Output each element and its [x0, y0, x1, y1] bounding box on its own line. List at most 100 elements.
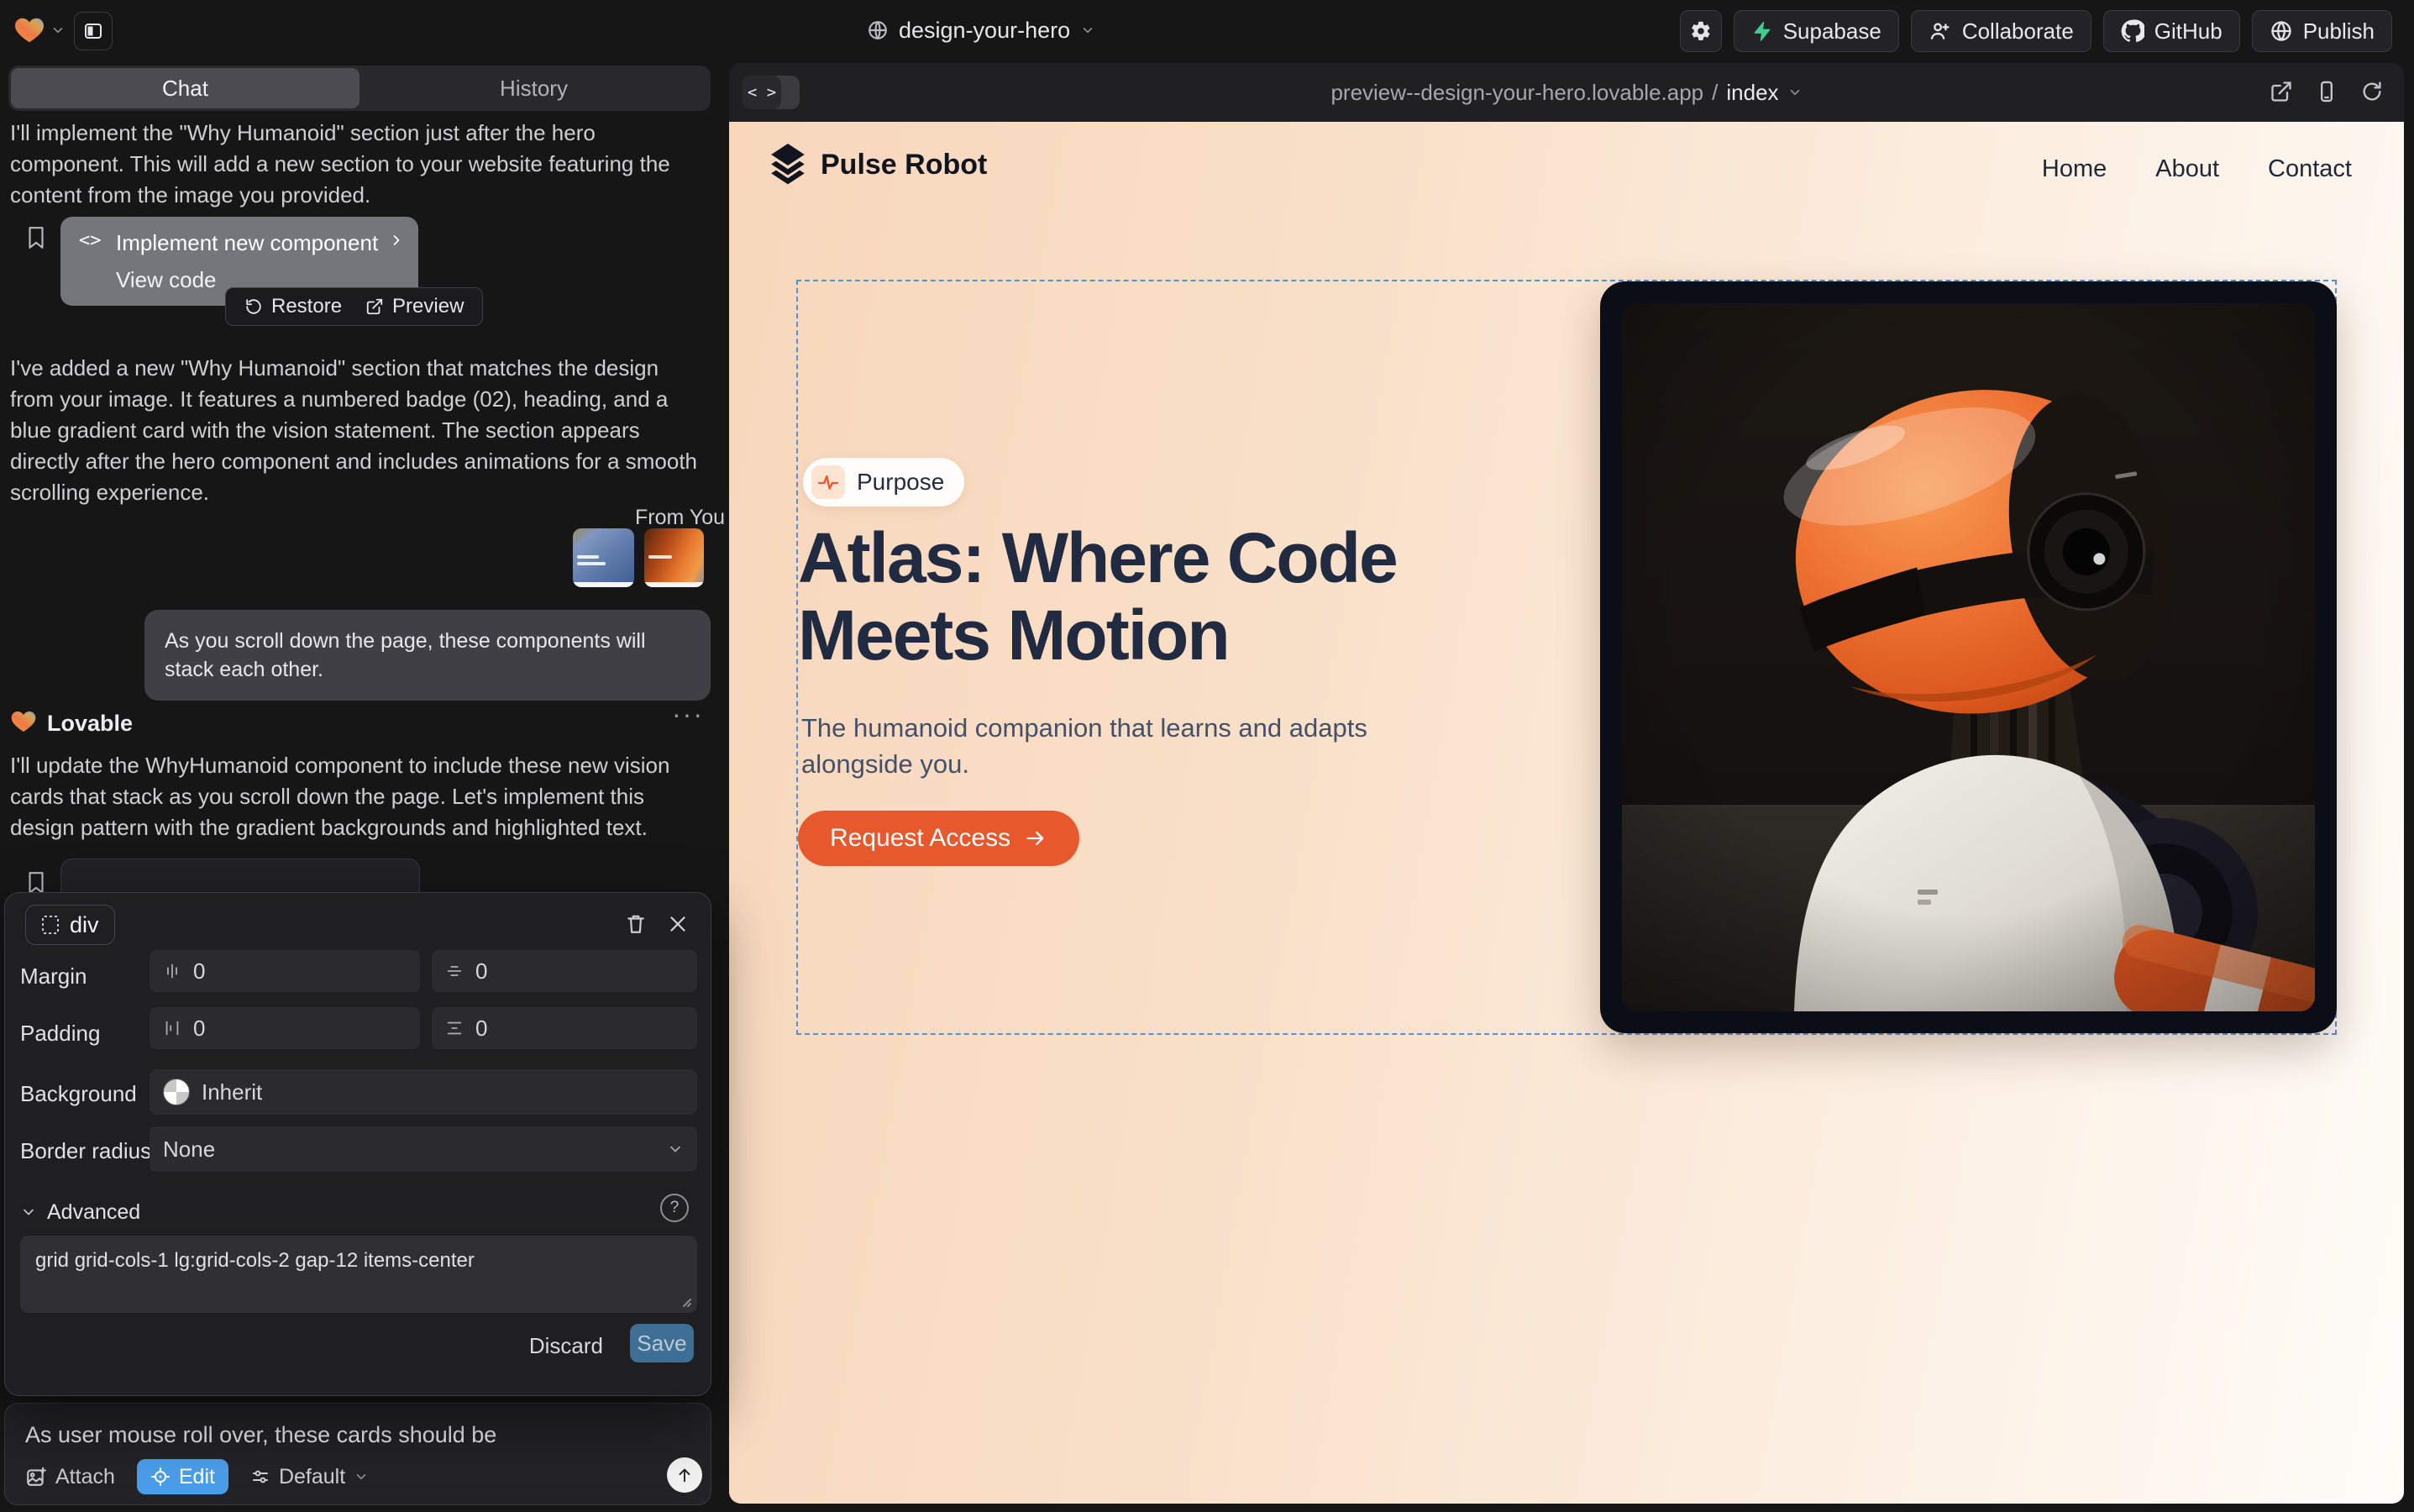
- restore-icon: [244, 297, 263, 316]
- url-separator: /: [1712, 80, 1718, 106]
- attachment-thumbnail-blue[interactable]: [573, 528, 634, 587]
- attach-image-icon: [25, 1466, 47, 1488]
- select-chevron-down-icon: [667, 1141, 684, 1158]
- publish-globe-icon: [2270, 19, 2293, 43]
- sidebar-toggle-button[interactable]: [74, 12, 113, 50]
- classes-value: grid grid-cols-1 lg:grid-cols-2 gap-12 i…: [35, 1249, 475, 1272]
- classes-textarea[interactable]: grid grid-cols-1 lg:grid-cols-2 gap-12 i…: [20, 1236, 697, 1313]
- site-canvas: Pulse Robot Home About Contact Purpose A…: [729, 122, 2404, 1504]
- restore-button[interactable]: Restore: [244, 295, 342, 318]
- request-access-label: Request Access: [830, 824, 1010, 853]
- edit-mode-chip[interactable]: Edit: [137, 1459, 228, 1494]
- lovable-logo-icon[interactable]: [13, 14, 45, 46]
- refresh-icon[interactable]: [2360, 80, 2384, 103]
- margin-x-input[interactable]: 0: [150, 950, 420, 992]
- delete-element-button[interactable]: [625, 913, 647, 935]
- help-icon[interactable]: ?: [660, 1194, 689, 1222]
- hero-heading: Atlas: Where Code Meets Motion: [798, 519, 1537, 674]
- preview-url-bar[interactable]: preview--design-your-hero.lovable.app / …: [729, 63, 2404, 122]
- edit-label: Edit: [179, 1465, 215, 1489]
- publish-button[interactable]: Publish: [2252, 10, 2392, 52]
- project-name: design-your-hero: [899, 18, 1070, 44]
- send-button[interactable]: [667, 1457, 702, 1493]
- lovable-avatar-icon: [10, 708, 37, 735]
- nav-about[interactable]: About: [2155, 155, 2219, 183]
- attachment-thumbnail-orange[interactable]: [644, 528, 704, 587]
- github-label: GitHub: [2154, 18, 2222, 45]
- preview-page: index: [1726, 80, 1778, 106]
- robot-image-card: [1600, 281, 2337, 1033]
- project-chevron-down-icon: [1080, 23, 1095, 38]
- element-tag-chip[interactable]: div: [25, 905, 115, 945]
- site-logo[interactable]: Pulse Robot: [769, 143, 987, 186]
- discard-button[interactable]: Discard: [529, 1333, 603, 1359]
- message-more-icon[interactable]: ···: [672, 699, 704, 730]
- attach-label: Attach: [55, 1465, 115, 1489]
- margin-y-icon: [445, 962, 464, 980]
- site-nav: Home About Contact: [2042, 155, 2352, 183]
- transparency-swatch-icon: [163, 1079, 190, 1105]
- save-button[interactable]: Save: [630, 1324, 694, 1362]
- resize-handle[interactable]: [680, 1296, 692, 1308]
- hero-subtitle: The humanoid companion that learns and a…: [801, 710, 1414, 782]
- top-bar: design-your-hero Supabase Co: [0, 0, 2414, 60]
- border-radius-value: None: [163, 1137, 215, 1163]
- purpose-badge: Purpose: [803, 458, 964, 507]
- preview-header: < > preview--design-your-hero.lovable.ap…: [729, 63, 2404, 122]
- padding-label: Padding: [20, 1021, 100, 1047]
- settings-button[interactable]: [1680, 10, 1722, 52]
- tab-history[interactable]: History: [359, 68, 708, 108]
- purpose-label: Purpose: [857, 469, 944, 496]
- preview-label: Preview: [392, 295, 464, 318]
- padding-y-icon: [445, 1019, 464, 1037]
- from-you-label: From You: [635, 506, 725, 530]
- supabase-button[interactable]: Supabase: [1734, 10, 1899, 52]
- border-radius-select[interactable]: None: [150, 1126, 697, 1172]
- mode-label: Default: [279, 1465, 345, 1489]
- mobile-view-icon[interactable]: [2315, 80, 2338, 103]
- view-code-link[interactable]: View code: [116, 267, 217, 293]
- github-button[interactable]: GitHub: [2103, 10, 2240, 52]
- nav-contact[interactable]: Contact: [2268, 155, 2352, 183]
- tab-chat[interactable]: Chat: [11, 68, 359, 108]
- code-icon: <>: [79, 230, 102, 251]
- padding-x-input[interactable]: 0: [150, 1007, 420, 1049]
- bookmark-icon[interactable]: [25, 225, 47, 250]
- margin-label: Margin: [20, 963, 87, 990]
- chat-composer[interactable]: As user mouse roll over, these cards sho…: [4, 1403, 711, 1505]
- component-card-title: Implement new component: [116, 230, 378, 256]
- background-label: Background: [20, 1081, 137, 1107]
- workspace-chevron-down-icon[interactable]: [50, 23, 66, 38]
- collaborate-button[interactable]: Collaborate: [1911, 10, 2091, 52]
- request-access-button[interactable]: Request Access: [798, 811, 1079, 866]
- mode-selector[interactable]: Default: [250, 1465, 369, 1489]
- attach-button[interactable]: Attach: [25, 1465, 115, 1489]
- supabase-label: Supabase: [1783, 18, 1881, 45]
- padding-y-input[interactable]: 0: [432, 1007, 697, 1049]
- preview-button[interactable]: Preview: [365, 295, 464, 318]
- padding-y-value: 0: [475, 1016, 487, 1042]
- margin-y-input[interactable]: 0: [432, 950, 697, 992]
- background-input[interactable]: Inherit: [150, 1069, 697, 1115]
- nav-home[interactable]: Home: [2042, 155, 2107, 183]
- advanced-chevron-icon[interactable]: [20, 1204, 37, 1221]
- assistant-message-3: I'll update the WhyHumanoid component to…: [10, 750, 707, 843]
- collaborate-icon: [1929, 19, 1952, 43]
- github-icon: [2121, 19, 2144, 43]
- padding-x-value: 0: [193, 1016, 205, 1042]
- globe-small-icon: [867, 19, 889, 41]
- margin-x-icon: [163, 962, 181, 980]
- pulse-robot-logo-icon: [769, 143, 807, 186]
- open-external-icon[interactable]: [2270, 80, 2293, 103]
- supabase-icon: [1751, 20, 1773, 42]
- collaborate-label: Collaborate: [1962, 18, 2074, 45]
- close-panel-button[interactable]: [667, 913, 689, 935]
- composer-input[interactable]: As user mouse roll over, these cards sho…: [25, 1422, 496, 1448]
- publish-label: Publish: [2303, 18, 2375, 45]
- advanced-label[interactable]: Advanced: [47, 1200, 140, 1225]
- project-selector[interactable]: design-your-hero: [867, 0, 1095, 60]
- mode-chevron-down-icon: [354, 1469, 369, 1484]
- site-brand: Pulse Robot: [821, 149, 987, 181]
- margin-y-value: 0: [475, 958, 487, 984]
- restore-label: Restore: [271, 295, 342, 318]
